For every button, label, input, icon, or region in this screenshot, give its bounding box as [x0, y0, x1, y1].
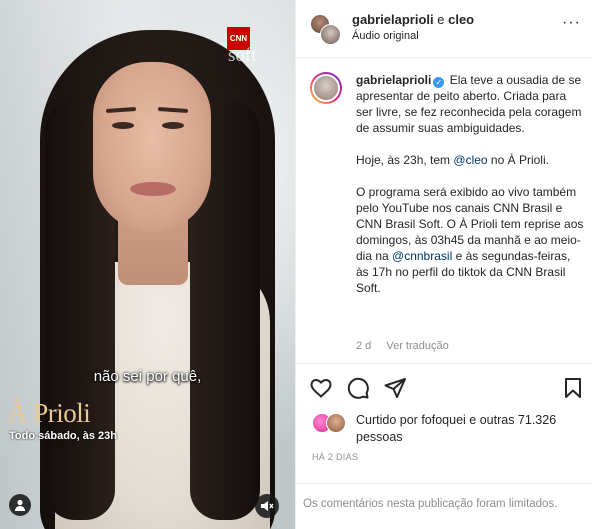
- tagged-people-button[interactable]: [9, 494, 31, 516]
- likes-connector: e: [465, 413, 480, 427]
- like-button[interactable]: [309, 376, 333, 400]
- share-button[interactable]: [383, 376, 407, 400]
- translate-link[interactable]: Ver tradução: [386, 340, 448, 352]
- heart-icon: [310, 378, 332, 398]
- likes-summary: Curtido por fofoquei e outras 71.326 pes…: [296, 408, 592, 450]
- reel-video[interactable]: CNN soft não sei por quê, À Prioli Todo …: [0, 0, 295, 529]
- post-panel: gabrielaprioli e cleo Áudio original ···…: [295, 0, 592, 529]
- post-caption: gabrielaprioli ✓ Ela teve a ousadia de se…: [296, 58, 592, 363]
- more-options-button[interactable]: ···: [562, 14, 581, 32]
- liker-avatars[interactable]: [312, 413, 346, 435]
- video-person-lips: [130, 182, 176, 196]
- bookmark-icon: [565, 378, 581, 398]
- caption-time[interactable]: 2 d: [356, 340, 371, 352]
- caption-avatar[interactable]: [310, 72, 342, 104]
- caption-paragraph-2: Hoje, às 23h, tem: [356, 153, 454, 167]
- post-header: gabrielaprioli e cleo Áudio original ···: [296, 0, 592, 58]
- comment-button[interactable]: [346, 376, 370, 400]
- verified-badge-icon: ✓: [433, 77, 445, 88]
- collab-avatars[interactable]: [310, 14, 341, 45]
- person-icon: [15, 499, 25, 511]
- soft-wordmark: soft: [228, 45, 257, 66]
- video-person-eye-right: [162, 122, 184, 129]
- avatar[interactable]: [326, 413, 346, 433]
- username-connector: e: [433, 12, 449, 27]
- collab-usernames: gabrielaprioli e cleo: [352, 12, 474, 27]
- liker-username[interactable]: fofoquei: [421, 413, 465, 427]
- video-subtitle: não sei por quê,: [93, 368, 202, 385]
- comment-icon: [347, 377, 369, 399]
- mention-link[interactable]: @cnnbrasil: [392, 249, 452, 263]
- video-person-face: [93, 62, 211, 232]
- username-link[interactable]: cleo: [448, 12, 474, 27]
- caption-username[interactable]: gabrielaprioli: [356, 73, 431, 87]
- muted-speaker-icon: [261, 501, 274, 511]
- post-actions: [296, 363, 592, 409]
- avatar[interactable]: [320, 24, 341, 45]
- audio-link[interactable]: Áudio original: [352, 30, 419, 42]
- likes-text: Curtido por fofoquei e outras 71.326 pes…: [356, 412, 581, 446]
- video-person-eye-left: [112, 122, 134, 129]
- mute-button[interactable]: [255, 494, 279, 518]
- comments-limited-notice: Os comentários nesta publicação foram li…: [296, 483, 592, 529]
- mention-link[interactable]: @cleo: [453, 153, 487, 167]
- more-horizontal-icon: ···: [562, 14, 581, 31]
- caption-paragraph-2-end: no À Prioli.: [487, 153, 549, 167]
- show-title: À Prioli: [8, 398, 91, 428]
- likes-prefix: Curtido por: [356, 413, 422, 427]
- show-schedule: Todo sábado, às 23h: [9, 430, 117, 442]
- save-button[interactable]: [561, 376, 585, 400]
- send-icon: [384, 378, 406, 398]
- caption-meta: 2 d Ver tradução: [356, 340, 461, 352]
- username-link[interactable]: gabrielaprioli: [352, 12, 434, 27]
- caption-text: gabrielaprioli ✓ Ela teve a ousadia de se…: [356, 72, 584, 312]
- avatar: [312, 74, 340, 102]
- post-timestamp[interactable]: HÁ 2 DIAS: [312, 452, 358, 462]
